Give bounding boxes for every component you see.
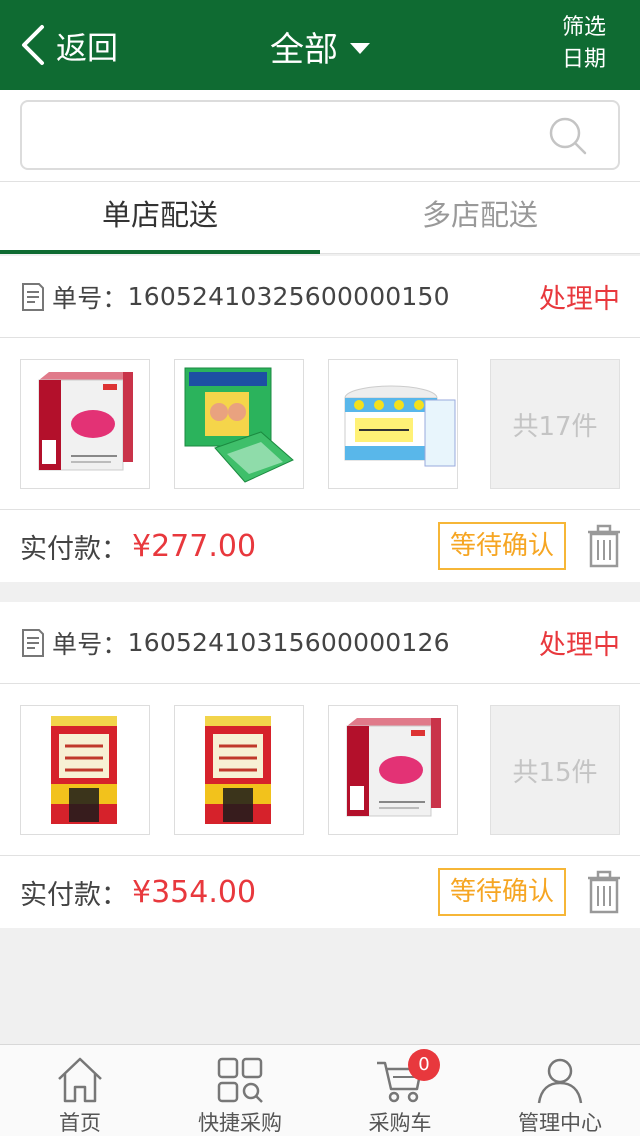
user-icon — [537, 1058, 583, 1104]
order-number: 160524103256000001​50 — [127, 282, 450, 311]
order-number: 160524103156000001​26 — [127, 628, 450, 657]
search-bar — [0, 90, 640, 182]
nav-quick-purchase[interactable]: 快捷采购 — [160, 1045, 320, 1136]
paid-amount: ¥277.00 — [132, 528, 257, 564]
nav-management-center-label: 管理中心 — [518, 1111, 602, 1135]
green-packet-product-image — [175, 360, 303, 488]
nav-management-center[interactable]: 管理中心 — [480, 1045, 640, 1136]
delivery-tabs: 单店配送 多店配送 — [0, 182, 640, 254]
order-status: 处理中 — [539, 630, 620, 661]
paid-label: 实付款： — [20, 533, 128, 565]
cart-count-badge: 0 — [408, 1049, 440, 1081]
nav-cart-label: 采购车 — [368, 1111, 432, 1135]
product-thumb[interactable] — [20, 359, 150, 489]
category-dropdown[interactable]: 全部 — [270, 22, 370, 71]
order-status: 处理中 — [539, 284, 620, 315]
item-count-tile[interactable]: 共15件 — [490, 705, 620, 835]
await-confirm-button[interactable]: 等待确认 — [437, 868, 566, 916]
product-thumbnails[interactable]: 共17件 — [0, 338, 640, 510]
payment-row: 实付款： ¥277.00 等待确认 — [0, 510, 640, 582]
order-header: 单号： 160524103256000001​50 处理中 — [0, 256, 640, 338]
back-label: 返回 — [56, 30, 118, 67]
top-bar: 返回 全部 筛选 日期 — [0, 0, 640, 90]
red-yellow-box-product-image — [175, 706, 303, 834]
paid-label: 实付款： — [20, 879, 128, 911]
home-icon — [58, 1057, 102, 1103]
nav-home-label: 首页 — [59, 1111, 101, 1135]
search-box — [20, 100, 620, 170]
filter-label: 筛选 — [561, 15, 606, 40]
paid-amount: ¥354.00 — [132, 874, 257, 910]
await-confirm-button[interactable]: 等待确认 — [437, 522, 566, 570]
trash-icon[interactable] — [586, 524, 622, 568]
trash-icon[interactable] — [586, 870, 622, 914]
search-icon[interactable] — [548, 116, 588, 156]
product-thumb[interactable] — [174, 705, 304, 835]
nav-cart[interactable]: 0 采购车 — [320, 1045, 480, 1136]
filter-date-button[interactable]: 筛选 日期 — [554, 12, 614, 76]
product-thumb[interactable] — [328, 705, 458, 835]
product-thumb[interactable] — [174, 359, 304, 489]
product-thumb[interactable] — [20, 705, 150, 835]
document-icon — [22, 628, 44, 657]
nav-home[interactable]: 首页 — [0, 1045, 160, 1136]
tab-multi-store[interactable]: 多店配送 — [320, 182, 640, 254]
tiger-balm-product-image — [329, 360, 457, 488]
product-thumb[interactable] — [328, 359, 458, 489]
order-header: 单号： 160524103156000001​26 处理中 — [0, 602, 640, 684]
order-card[interactable]: 单号： 160524103156000001​26 处理中 — [0, 602, 640, 928]
red-box-product-image — [21, 360, 149, 488]
product-thumbnails[interactable]: 共15件 — [0, 684, 640, 856]
order-card[interactable]: 单号： 160524103256000001​50 处理中 — [0, 256, 640, 582]
document-icon — [22, 282, 44, 311]
page-title: 全部 — [270, 30, 338, 70]
grid-search-icon — [217, 1057, 263, 1103]
caret-down-icon — [350, 43, 370, 54]
red-box-product-image — [329, 706, 457, 834]
date-label: 日期 — [561, 47, 606, 72]
chevron-left-icon — [22, 25, 44, 65]
payment-row: 实付款： ¥354.00 等待确认 — [0, 856, 640, 928]
back-button[interactable]: 返回 — [20, 22, 118, 68]
order-number-label: 单号： — [52, 629, 128, 659]
search-input[interactable] — [36, 112, 536, 158]
bottom-nav: 首页 快捷采购 0 采购车 管理中心 — [0, 1044, 640, 1136]
order-number-label: 单号： — [52, 283, 128, 313]
item-count-tile[interactable]: 共17件 — [490, 359, 620, 489]
nav-quick-purchase-label: 快捷采购 — [198, 1111, 282, 1135]
red-yellow-box-product-image — [21, 706, 149, 834]
tab-single-store[interactable]: 单店配送 — [0, 182, 320, 254]
